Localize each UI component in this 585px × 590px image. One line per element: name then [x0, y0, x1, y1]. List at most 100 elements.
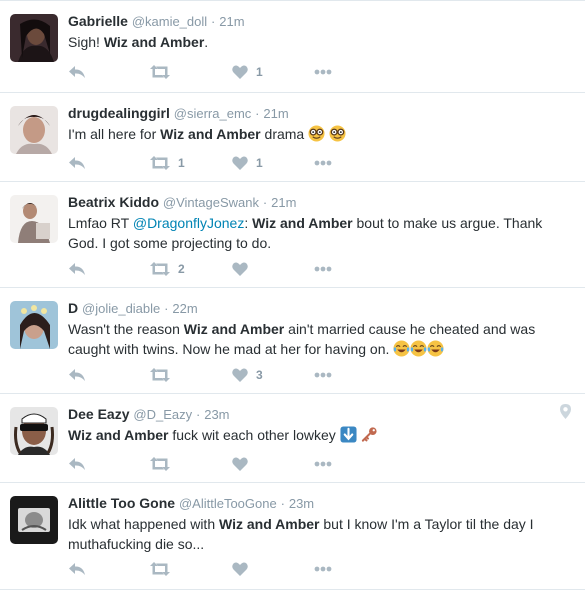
- tweet-text: Idk what happened with Wiz and Amber but…: [68, 514, 571, 554]
- like-button[interactable]: 1: [232, 156, 314, 170]
- more-dots-icon: [314, 69, 332, 75]
- timestamp[interactable]: 21m: [219, 14, 244, 29]
- separator: ·: [262, 195, 268, 210]
- timestamp[interactable]: 22m: [172, 301, 197, 316]
- like-button[interactable]: 3: [232, 368, 314, 382]
- more-button[interactable]: [314, 69, 396, 75]
- highlighted-keyword: Wiz and Amber: [183, 321, 285, 337]
- reply-button[interactable]: [68, 156, 150, 170]
- display-name[interactable]: Dee Eazy: [68, 406, 129, 422]
- retweet-button[interactable]: [150, 562, 232, 576]
- reply-button[interactable]: [68, 262, 150, 276]
- tweet-text: Wiz and Amber fuck wit each other lowkey: [68, 425, 571, 445]
- retweet-icon: [150, 368, 170, 382]
- display-name[interactable]: drugdealinggirl: [68, 105, 170, 121]
- user-handle[interactable]: @D_Eazy: [133, 407, 192, 422]
- like-count: 1: [256, 156, 263, 170]
- tweet-actions: 2: [68, 260, 396, 278]
- separator: ·: [280, 496, 285, 511]
- text-segment: fuck wit each other lowkey: [168, 427, 340, 443]
- retweet-button[interactable]: [150, 368, 232, 382]
- text-segment: Idk what happened with: [68, 516, 219, 532]
- timestamp[interactable]: 23m: [289, 496, 314, 511]
- highlighted-keyword: Wiz and Amber: [68, 427, 169, 443]
- user-handle[interactable]: @kamie_doll: [132, 14, 207, 29]
- timestamp[interactable]: 21m: [263, 106, 288, 121]
- separator: ·: [211, 14, 216, 29]
- reply-button[interactable]: [68, 457, 150, 471]
- user-handle[interactable]: @AlittleTooGone: [179, 496, 277, 511]
- retweet-button[interactable]: [150, 65, 232, 79]
- tweet[interactable]: Beatrix Kiddo @VintageSwank · 21m Lmfao …: [0, 182, 585, 288]
- text-segment: Sigh!: [68, 34, 104, 50]
- user-handle[interactable]: @sierra_emc: [174, 106, 252, 121]
- reply-button[interactable]: [68, 368, 150, 382]
- highlighted-keyword: Wiz and Amber: [160, 126, 261, 142]
- avatar[interactable]: [10, 301, 58, 349]
- text-segment: Wasn't the reason: [68, 321, 184, 337]
- like-button[interactable]: [232, 562, 314, 576]
- display-name[interactable]: Alittle Too Gone: [68, 495, 175, 511]
- more-dots-icon: [314, 372, 332, 378]
- reply-button[interactable]: [68, 65, 150, 79]
- avatar[interactable]: [10, 106, 58, 154]
- more-button[interactable]: [314, 566, 396, 572]
- more-dots-icon: [314, 566, 332, 572]
- retweet-button[interactable]: [150, 457, 232, 471]
- down-arrow-box-icon: [340, 426, 357, 443]
- avatar[interactable]: [10, 407, 58, 455]
- timestamp[interactable]: 21m: [271, 195, 296, 210]
- tweet-actions: [68, 560, 396, 578]
- tweet-actions: 1: [68, 63, 396, 81]
- retweet-count: 2: [178, 262, 185, 276]
- display-name[interactable]: Beatrix Kiddo: [68, 194, 159, 210]
- tweet[interactable]: Dee Eazy @D_Eazy · 23m Wiz and Amber fuc…: [0, 394, 585, 483]
- avatar[interactable]: [10, 195, 58, 243]
- reply-icon: [69, 263, 85, 275]
- text-segment: :: [244, 215, 253, 231]
- tweet[interactable]: Alittle Too Gone @AlittleTooGone · 23m I…: [0, 483, 585, 590]
- user-handle[interactable]: @jolie_diable: [82, 301, 160, 316]
- heart-icon: [232, 562, 248, 576]
- key-icon: [361, 427, 377, 442]
- retweet-icon: [150, 65, 170, 79]
- display-name[interactable]: D: [68, 300, 78, 316]
- more-button[interactable]: [314, 461, 396, 467]
- tweet[interactable]: Gabrielle @kamie_doll · 21m Sigh! Wiz an…: [0, 1, 585, 93]
- heart-icon: [232, 262, 248, 276]
- timestamp[interactable]: 23m: [204, 407, 229, 422]
- more-button[interactable]: [314, 266, 396, 272]
- more-dots-icon: [314, 461, 332, 467]
- like-button[interactable]: [232, 262, 314, 276]
- user-handle[interactable]: @VintageSwank: [163, 195, 259, 210]
- like-button[interactable]: 1: [232, 65, 314, 79]
- more-button[interactable]: [314, 160, 396, 166]
- tweet[interactable]: D @jolie_diable · 22m Wasn't the reason …: [0, 288, 585, 394]
- tweet-timeline: Gabrielle @kamie_doll · 21m Sigh! Wiz an…: [0, 0, 585, 590]
- tweet-header: Beatrix Kiddo @VintageSwank · 21m: [68, 193, 571, 212]
- tweet-text: Wasn't the reason Wiz and Amber ain't ma…: [68, 319, 571, 359]
- mention-link[interactable]: @DragonflyJonez: [133, 215, 245, 231]
- separator: ·: [164, 301, 169, 316]
- text-segment: Lmfao RT: [68, 215, 133, 231]
- avatar[interactable]: [10, 496, 58, 544]
- retweet-icon: [150, 156, 170, 170]
- display-name[interactable]: Gabrielle: [68, 13, 128, 29]
- retweet-icon: [150, 562, 170, 576]
- tweet-header: drugdealinggirl @sierra_emc · 21m: [68, 104, 571, 123]
- reply-icon: [69, 563, 85, 575]
- retweet-icon: [150, 457, 170, 471]
- more-button[interactable]: [314, 372, 396, 378]
- retweet-button[interactable]: 1: [150, 156, 232, 170]
- more-dots-icon: [314, 266, 332, 272]
- avatar[interactable]: [10, 14, 58, 62]
- tweet-actions: [68, 455, 396, 473]
- like-button[interactable]: [232, 457, 314, 471]
- reply-button[interactable]: [68, 562, 150, 576]
- location-pin-icon[interactable]: [560, 404, 571, 424]
- heart-icon: [232, 368, 248, 382]
- heart-icon: [232, 457, 248, 471]
- tweet[interactable]: drugdealinggirl @sierra_emc · 21m I'm al…: [0, 93, 585, 182]
- retweet-button[interactable]: 2: [150, 262, 232, 276]
- tweet-text: Sigh! Wiz and Amber.: [68, 32, 571, 52]
